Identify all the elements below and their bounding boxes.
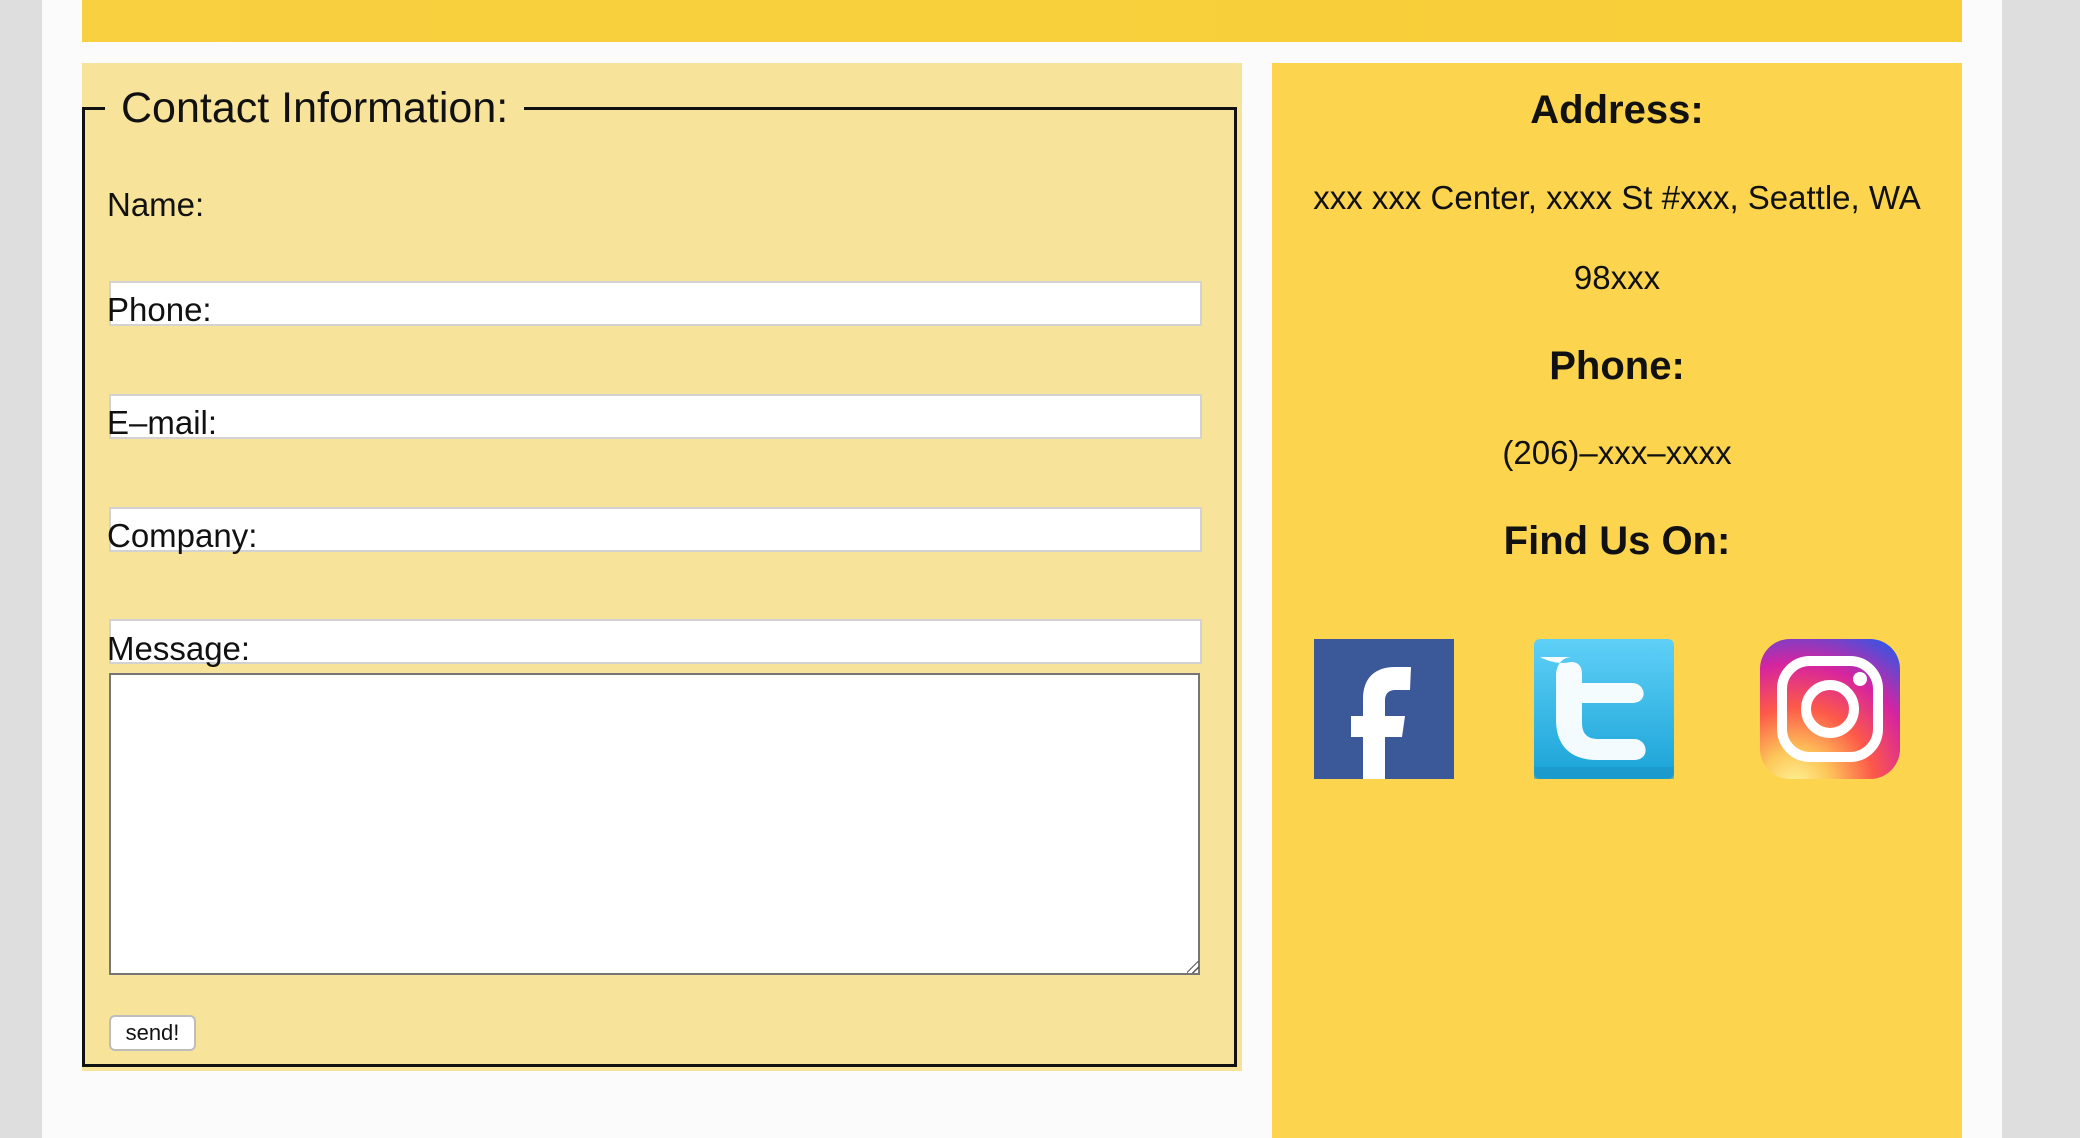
message-textarea[interactable] (109, 673, 1200, 975)
facebook-icon-graphic (1314, 639, 1454, 779)
contact-form-panel: Contact Information: Name: Phone: E–mail… (82, 63, 1242, 1071)
contact-fieldset: Contact Information: Name: Phone: E–mail… (82, 82, 1237, 1067)
contact-info-panel: Address: xxx xxx Center, xxxx St #xxx, S… (1272, 63, 1962, 1138)
facebook-icon[interactable] (1314, 639, 1454, 779)
address-line-1: xxx xxx Center, xxxx St #xxx, Seattle, W… (1313, 179, 1921, 216)
email-label: E–mail: (107, 404, 218, 441)
twitter-icon[interactable] (1534, 639, 1674, 779)
name-label: Name: (107, 186, 205, 223)
email-input[interactable] (109, 507, 1202, 552)
company-input[interactable] (109, 619, 1202, 664)
address-heading: Address: (1530, 88, 1704, 132)
instagram-icon[interactable] (1760, 639, 1900, 779)
phone-label: Phone: (107, 291, 212, 328)
address-line-2: 98xxx (1573, 259, 1661, 296)
send-button[interactable]: send! (109, 1015, 196, 1051)
twitter-icon-graphic (1534, 639, 1674, 779)
message-label: Message: (107, 630, 251, 667)
find-us-heading: Find Us On: (1503, 519, 1731, 563)
phone-input[interactable] (109, 394, 1202, 439)
contact-form-legend: Contact Information: (105, 82, 525, 134)
top-bar (82, 0, 1962, 42)
textarea-resize-handle[interactable] (1187, 961, 1199, 973)
instagram-icon-graphic (1760, 639, 1900, 779)
phone-heading: Phone: (1549, 344, 1685, 388)
phone-value: (206)–xxx–xxxx (1502, 434, 1732, 471)
company-label: Company: (107, 517, 258, 554)
name-input[interactable] (109, 281, 1202, 326)
